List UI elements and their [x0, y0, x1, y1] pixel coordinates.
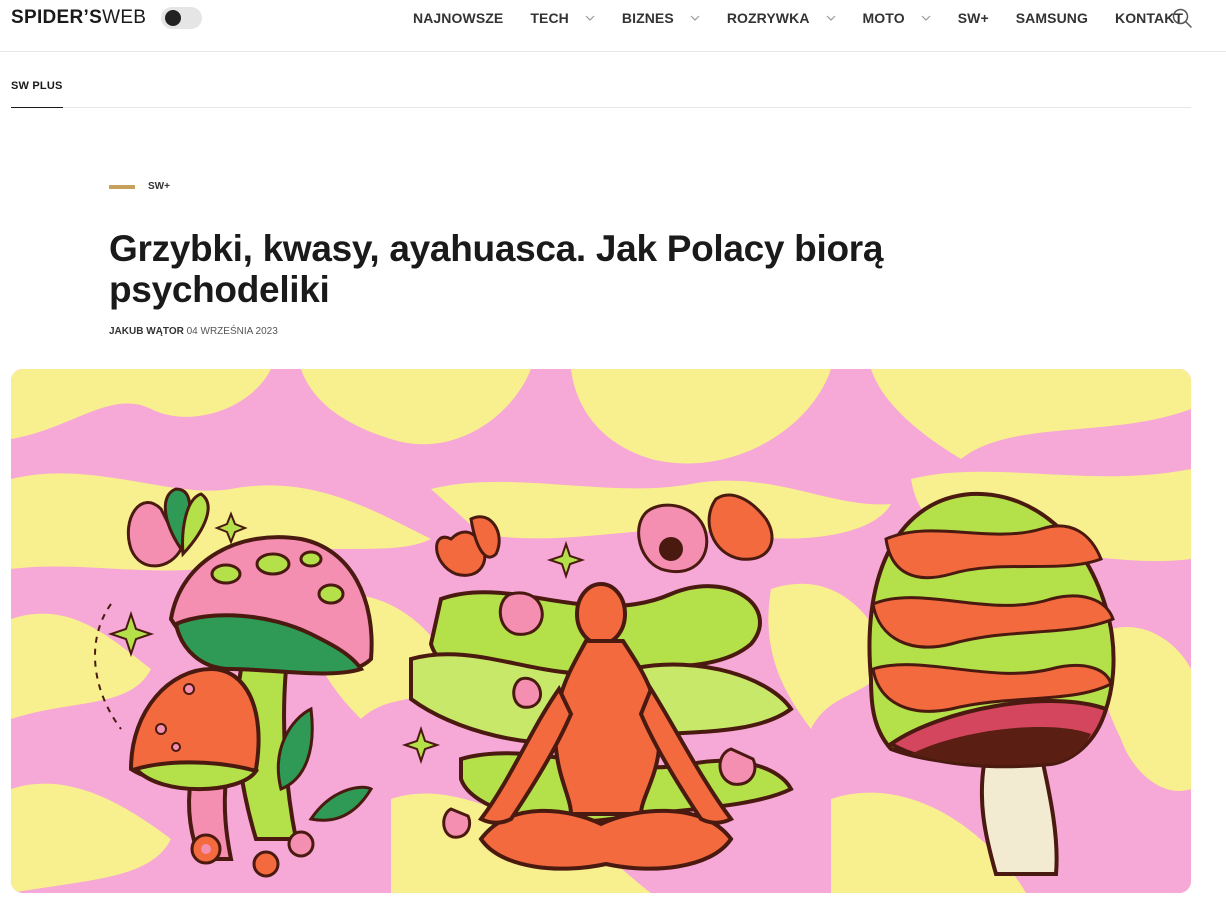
nav-label: ROZRYWKA [726, 10, 810, 26]
logo-bold: SPIDER’S [11, 7, 103, 28]
nav-item-biznes[interactable]: BIZNES [622, 10, 700, 26]
author-link[interactable]: JAKUB WĄTOR [109, 326, 184, 337]
nav-item-tech[interactable]: TECH [530, 10, 595, 26]
chevron-down-icon[interactable] [826, 13, 836, 23]
tab-sw-plus[interactable]: SW PLUS [11, 52, 63, 108]
psychedelic-illustration [11, 369, 1191, 893]
search-icon[interactable] [1171, 7, 1193, 29]
category-accent-bar [109, 184, 135, 189]
nav-item-najnowsze[interactable]: NAJNOWSZE [413, 10, 503, 26]
category-link[interactable]: SW+ [148, 181, 170, 192]
nav-label: SW+ [957, 10, 989, 26]
logo-thin: WEB [102, 7, 147, 28]
nav-label: MOTO [862, 10, 905, 26]
article-meta: JAKUB WĄTOR 04 WRZEŚNIA 2023 [109, 326, 278, 337]
section-subnav: SW PLUS [11, 52, 1191, 108]
chevron-down-icon[interactable] [690, 13, 700, 23]
publish-date: 04 WRZEŚNIA 2023 [186, 326, 278, 337]
dark-mode-toggle[interactable] [161, 7, 202, 29]
nav-item-moto[interactable]: MOTO [863, 10, 931, 26]
nav-label: TECH [530, 10, 569, 26]
nav-label: BIZNES [621, 10, 674, 26]
hero-image [11, 369, 1191, 893]
nav-label: NAJNOWSZE [413, 10, 504, 26]
toggle-knob [165, 10, 181, 26]
chevron-down-icon[interactable] [585, 13, 595, 23]
article-title: Grzybki, kwasy, ayahuasca. Jak Polacy bi… [109, 228, 884, 310]
main-nav: NAJNOWSZE TECH BIZNES ROZRYWKA MOTO SW+ … [413, 0, 1210, 36]
chevron-down-icon[interactable] [921, 13, 931, 23]
site-logo[interactable]: SPIDER’SWEB [11, 8, 146, 28]
site-header: SPIDER’SWEB NAJNOWSZE TECH BIZNES ROZRYW… [0, 0, 1226, 52]
category-row: SW+ [109, 181, 170, 192]
nav-item-samsung[interactable]: SAMSUNG [1016, 10, 1088, 26]
nav-label: SAMSUNG [1015, 10, 1088, 26]
nav-item-rozrywka[interactable]: ROZRYWKA [727, 10, 836, 26]
nav-item-sw-plus[interactable]: SW+ [958, 10, 989, 26]
